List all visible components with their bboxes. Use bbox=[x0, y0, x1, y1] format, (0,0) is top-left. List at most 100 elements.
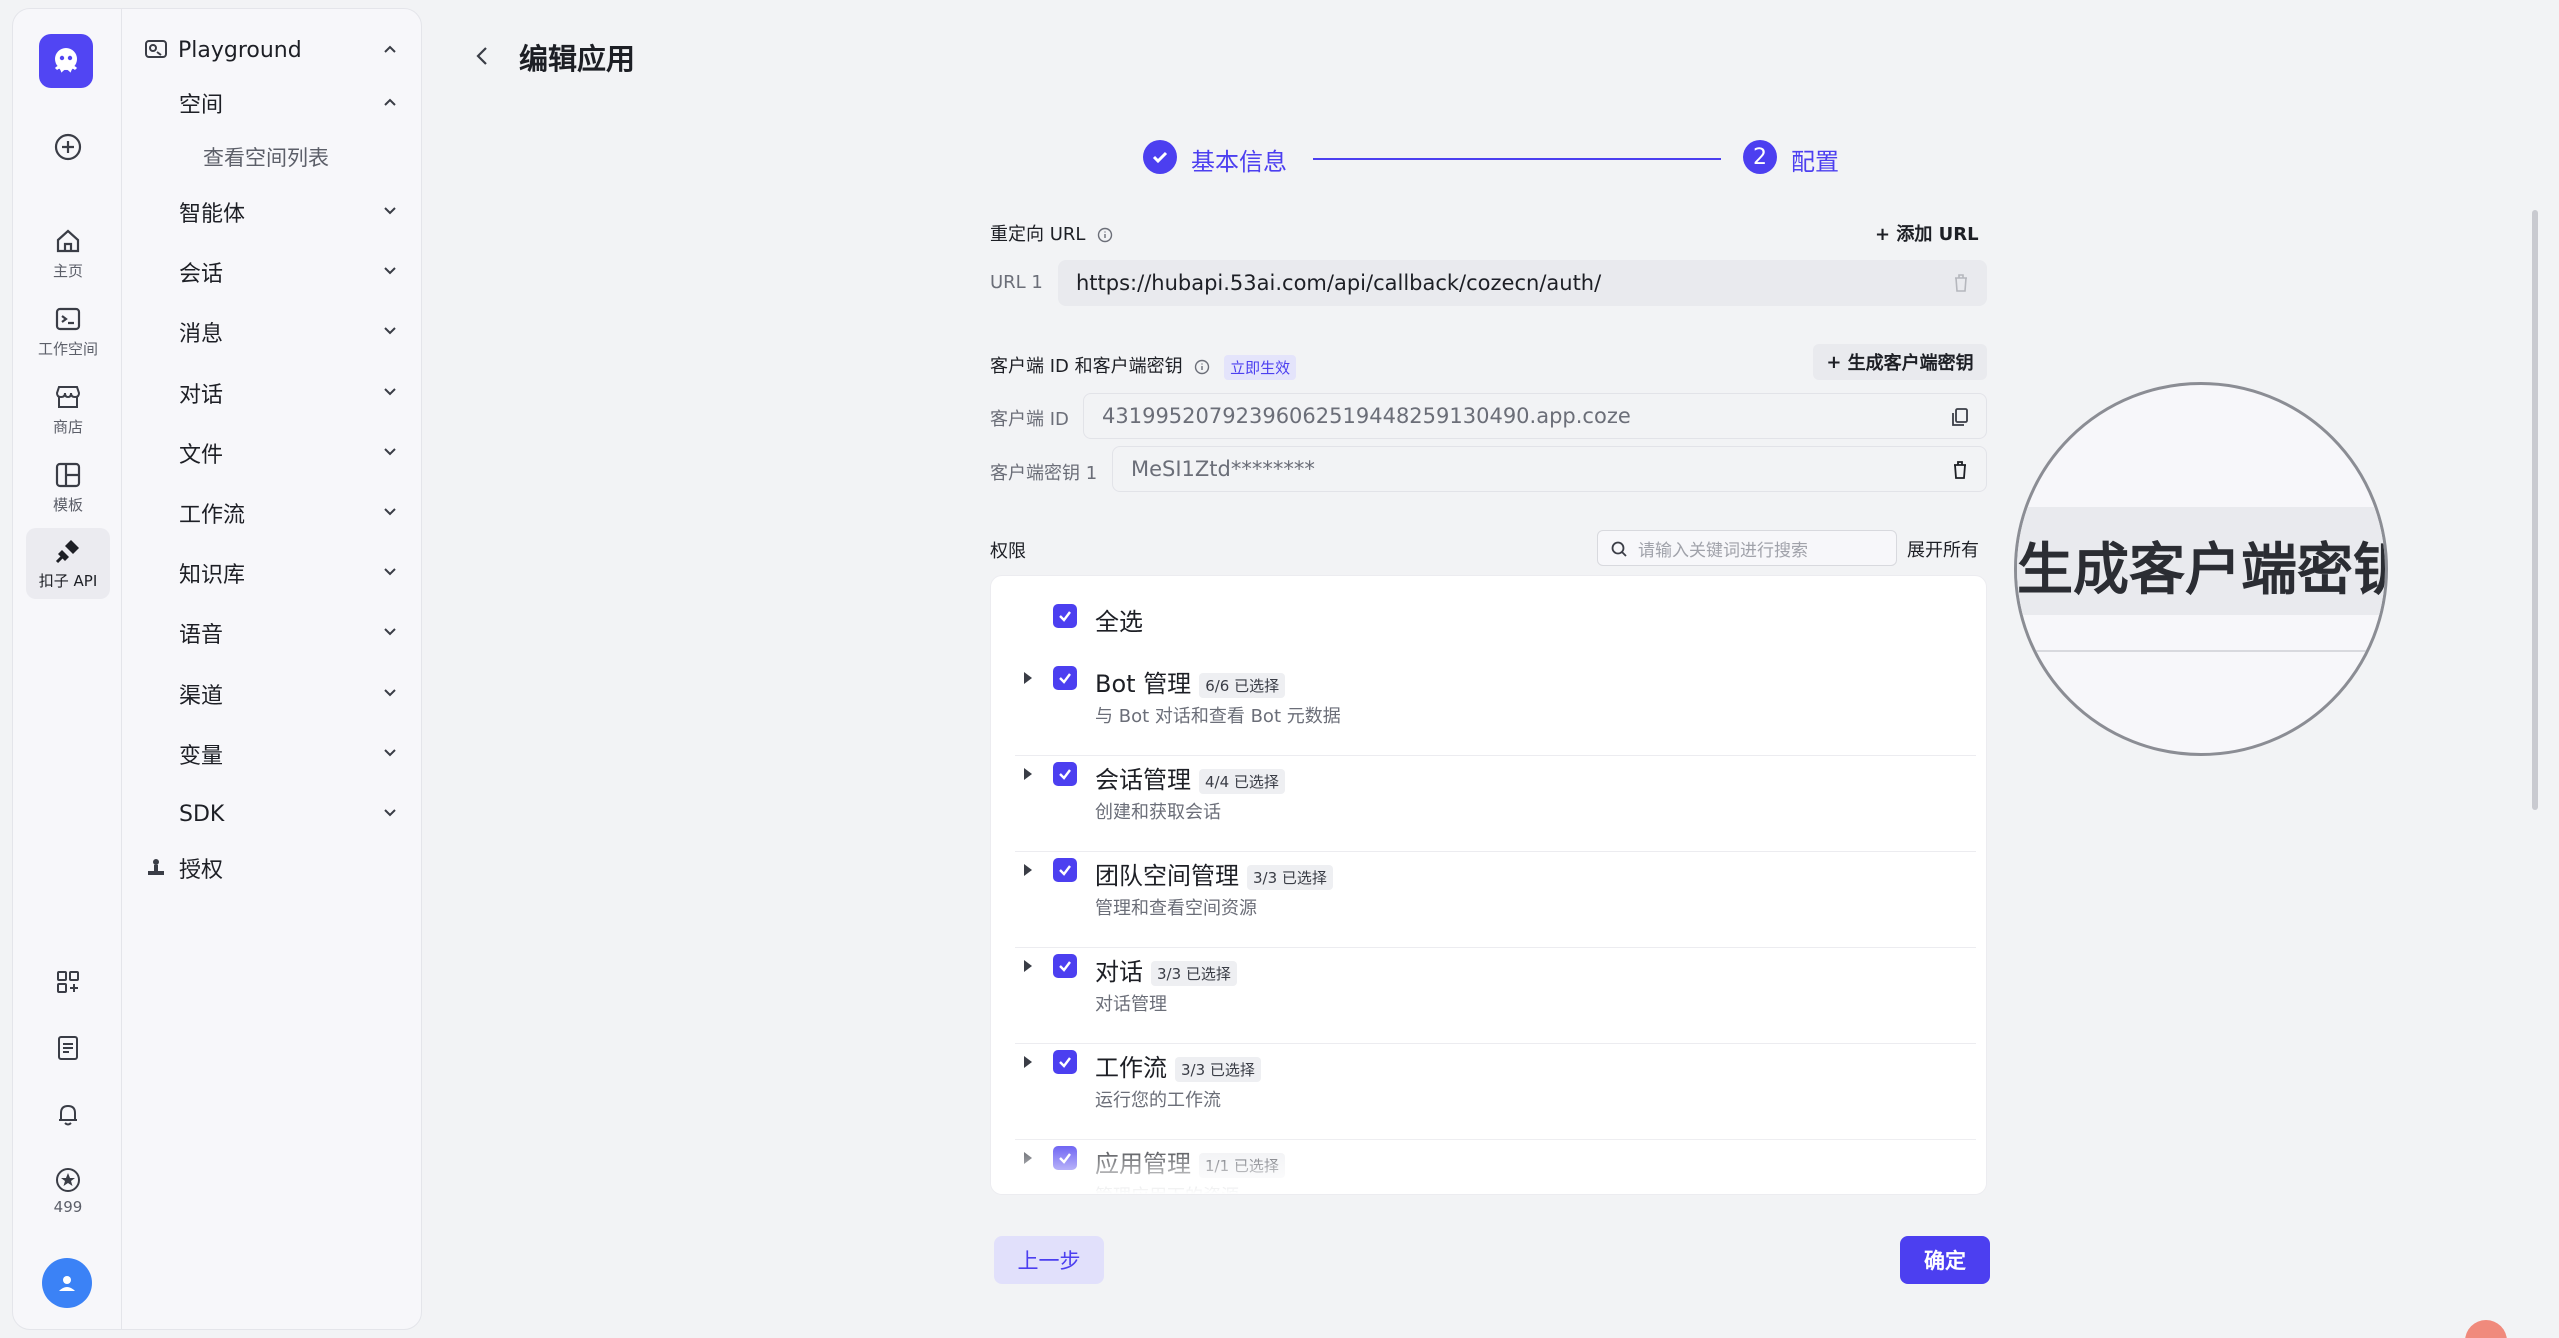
nav-item-auth[interactable]: 授权 bbox=[122, 848, 422, 888]
rail-item-store[interactable]: 商店 bbox=[26, 382, 110, 437]
check-icon bbox=[1059, 1057, 1071, 1068]
nav-item-space[interactable]: 空间 bbox=[122, 83, 422, 123]
expand-triangle-icon[interactable] bbox=[1021, 862, 1035, 878]
credits-count: 499 bbox=[53, 1198, 83, 1216]
permission-name-wrap: 会话管理 4/4 已选择 bbox=[1095, 760, 1285, 795]
chevron-down-icon bbox=[384, 628, 396, 636]
rail-notifications-button[interactable] bbox=[26, 1100, 110, 1128]
redirect-url-input[interactable]: https://hubapi.53ai.com/api/callback/coz… bbox=[1058, 260, 1987, 306]
user-icon bbox=[59, 1276, 75, 1291]
nav-item-7[interactable]: 语音 bbox=[122, 613, 422, 653]
chevron-down-icon bbox=[384, 689, 396, 697]
chevron-down-icon bbox=[384, 448, 396, 456]
page-title: 编辑应用 bbox=[519, 42, 636, 76]
coze-logo-icon[interactable] bbox=[39, 34, 93, 88]
chevron-down-icon bbox=[384, 809, 396, 817]
add-url-button[interactable]: + 添加 URL bbox=[1875, 220, 1979, 246]
permission-name: 对话 bbox=[1095, 958, 1143, 986]
document-icon bbox=[58, 1036, 78, 1060]
stepper: 基本信息 2 配置 bbox=[1143, 138, 1843, 178]
nav-item-space-list[interactable]: 查看空间列表 bbox=[122, 137, 422, 177]
permission-description: 对话管理 bbox=[1095, 994, 1167, 1015]
add-url-label: 添加 URL bbox=[1896, 224, 1979, 245]
chevron-down-icon bbox=[384, 327, 396, 335]
magnifier-divider bbox=[2017, 650, 2385, 652]
expand-all-button[interactable]: 展开所有 bbox=[1907, 536, 1979, 562]
nav-item-label: 知识库 bbox=[179, 563, 246, 588]
rail-create-button[interactable] bbox=[26, 132, 110, 162]
rail-item-workspace[interactable]: 工作空间 bbox=[26, 304, 110, 359]
permission-checkbox[interactable] bbox=[1053, 666, 1077, 690]
nav-item-2[interactable]: 消息 bbox=[122, 312, 422, 352]
check-icon bbox=[1059, 961, 1071, 972]
nav-item-label: 会话 bbox=[179, 262, 224, 287]
permission-checkbox[interactable] bbox=[1053, 1050, 1077, 1074]
select-all-checkbox[interactable] bbox=[1053, 604, 1077, 628]
back-arrow-icon[interactable] bbox=[472, 44, 492, 68]
nav-item-label: 对话 bbox=[179, 383, 224, 408]
icon-rail: 主页 工作空间 商店 模板 扣子 API 499 bbox=[12, 8, 122, 1330]
home-icon bbox=[56, 229, 80, 253]
rail-credits-button[interactable]: 499 bbox=[26, 1166, 110, 1216]
nav-item-playground[interactable]: Playground bbox=[122, 30, 422, 70]
effective-now-badge: 立即生效 bbox=[1224, 354, 1297, 380]
permission-row: Bot 管理 6/6 已选择与 Bot 对话和查看 Bot 元数据 bbox=[991, 660, 1986, 756]
step-1-done-indicator bbox=[1143, 140, 1177, 174]
info-icon[interactable] bbox=[1097, 227, 1113, 243]
nav-item-9[interactable]: 变量 bbox=[122, 734, 422, 774]
permission-description: 创建和获取会话 bbox=[1095, 802, 1221, 823]
client-credentials-label: 客户端 ID 和客户端密钥 bbox=[990, 356, 1183, 377]
nav-item-3[interactable]: 对话 bbox=[122, 373, 422, 413]
generate-secret-label: 生成客户端密钥 bbox=[1847, 353, 1974, 374]
trash-icon[interactable] bbox=[1951, 272, 1971, 294]
terminal-icon bbox=[55, 307, 81, 331]
user-avatar[interactable] bbox=[42, 1258, 92, 1308]
confirm-button[interactable]: 确定 bbox=[1900, 1236, 1990, 1284]
nav-item-6[interactable]: 知识库 bbox=[122, 553, 422, 593]
nav-label-space: 空间 bbox=[179, 93, 224, 118]
expand-triangle-icon[interactable] bbox=[1021, 958, 1035, 974]
magnifier-text: 生成客户端密钥 bbox=[2017, 538, 2388, 603]
expand-triangle-icon[interactable] bbox=[1021, 766, 1035, 782]
permission-checkbox[interactable] bbox=[1053, 762, 1077, 786]
client-secret-value: MeSI1Ztd******** bbox=[1131, 457, 1315, 481]
check-icon bbox=[1059, 769, 1071, 780]
nav-item-5[interactable]: 工作流 bbox=[122, 493, 422, 533]
grid-icon bbox=[57, 971, 79, 993]
generate-secret-button[interactable]: + 生成客户端密钥 bbox=[1813, 344, 1987, 380]
permission-search-input[interactable]: 请输入关键词进行搜索 bbox=[1597, 530, 1897, 566]
info-icon[interactable] bbox=[1194, 359, 1210, 375]
trash-icon[interactable] bbox=[1950, 459, 1970, 481]
expand-triangle-icon[interactable] bbox=[1021, 1054, 1035, 1070]
chevron-down-icon bbox=[384, 267, 396, 275]
permission-count-badge: 3/3 已选择 bbox=[1247, 864, 1333, 890]
page-scrollbar[interactable] bbox=[2532, 210, 2538, 810]
stamp-icon bbox=[148, 859, 164, 875]
rail-item-template[interactable]: 模板 bbox=[26, 460, 110, 515]
nav-item-4[interactable]: 文件 bbox=[122, 433, 422, 473]
permission-count-badge: 6/6 已选择 bbox=[1199, 672, 1286, 698]
rail-item-home[interactable]: 主页 bbox=[26, 226, 110, 281]
permission-row: 会话管理 4/4 已选择创建和获取会话 bbox=[991, 756, 1986, 852]
playground-icon bbox=[145, 40, 167, 58]
permission-name: 工作流 bbox=[1095, 1054, 1167, 1082]
nav-item-0[interactable]: 智能体 bbox=[122, 192, 422, 232]
redirect-url-label: 重定向 URL bbox=[990, 224, 1086, 245]
expand-triangle-icon[interactable] bbox=[1021, 670, 1035, 686]
nav-item-10[interactable]: SDK bbox=[122, 794, 422, 834]
rail-label-template: 模板 bbox=[52, 496, 83, 514]
nav-item-8[interactable]: 渠道 bbox=[122, 674, 422, 714]
nav-item-1[interactable]: 会话 bbox=[122, 252, 422, 292]
client-id-value: 43199520792396062519448259130490.app.coz… bbox=[1102, 404, 1631, 428]
permission-row: 团队空间管理 3/3 已选择 管理和查看空间资源 bbox=[991, 852, 1986, 948]
rail-apps-button[interactable] bbox=[26, 968, 110, 996]
rail-docs-button[interactable] bbox=[26, 1034, 110, 1062]
permission-checkbox[interactable] bbox=[1053, 858, 1077, 882]
star-badge-icon bbox=[56, 1168, 80, 1192]
rail-item-api[interactable]: 扣子 API bbox=[26, 528, 110, 599]
copy-icon[interactable] bbox=[1950, 406, 1970, 428]
permission-search-placeholder: 请输入关键词进行搜索 bbox=[1638, 540, 1808, 561]
rail-label-workspace: 工作空间 bbox=[37, 340, 98, 358]
permission-checkbox[interactable] bbox=[1053, 954, 1077, 978]
previous-step-button[interactable]: 上一步 bbox=[994, 1236, 1104, 1284]
